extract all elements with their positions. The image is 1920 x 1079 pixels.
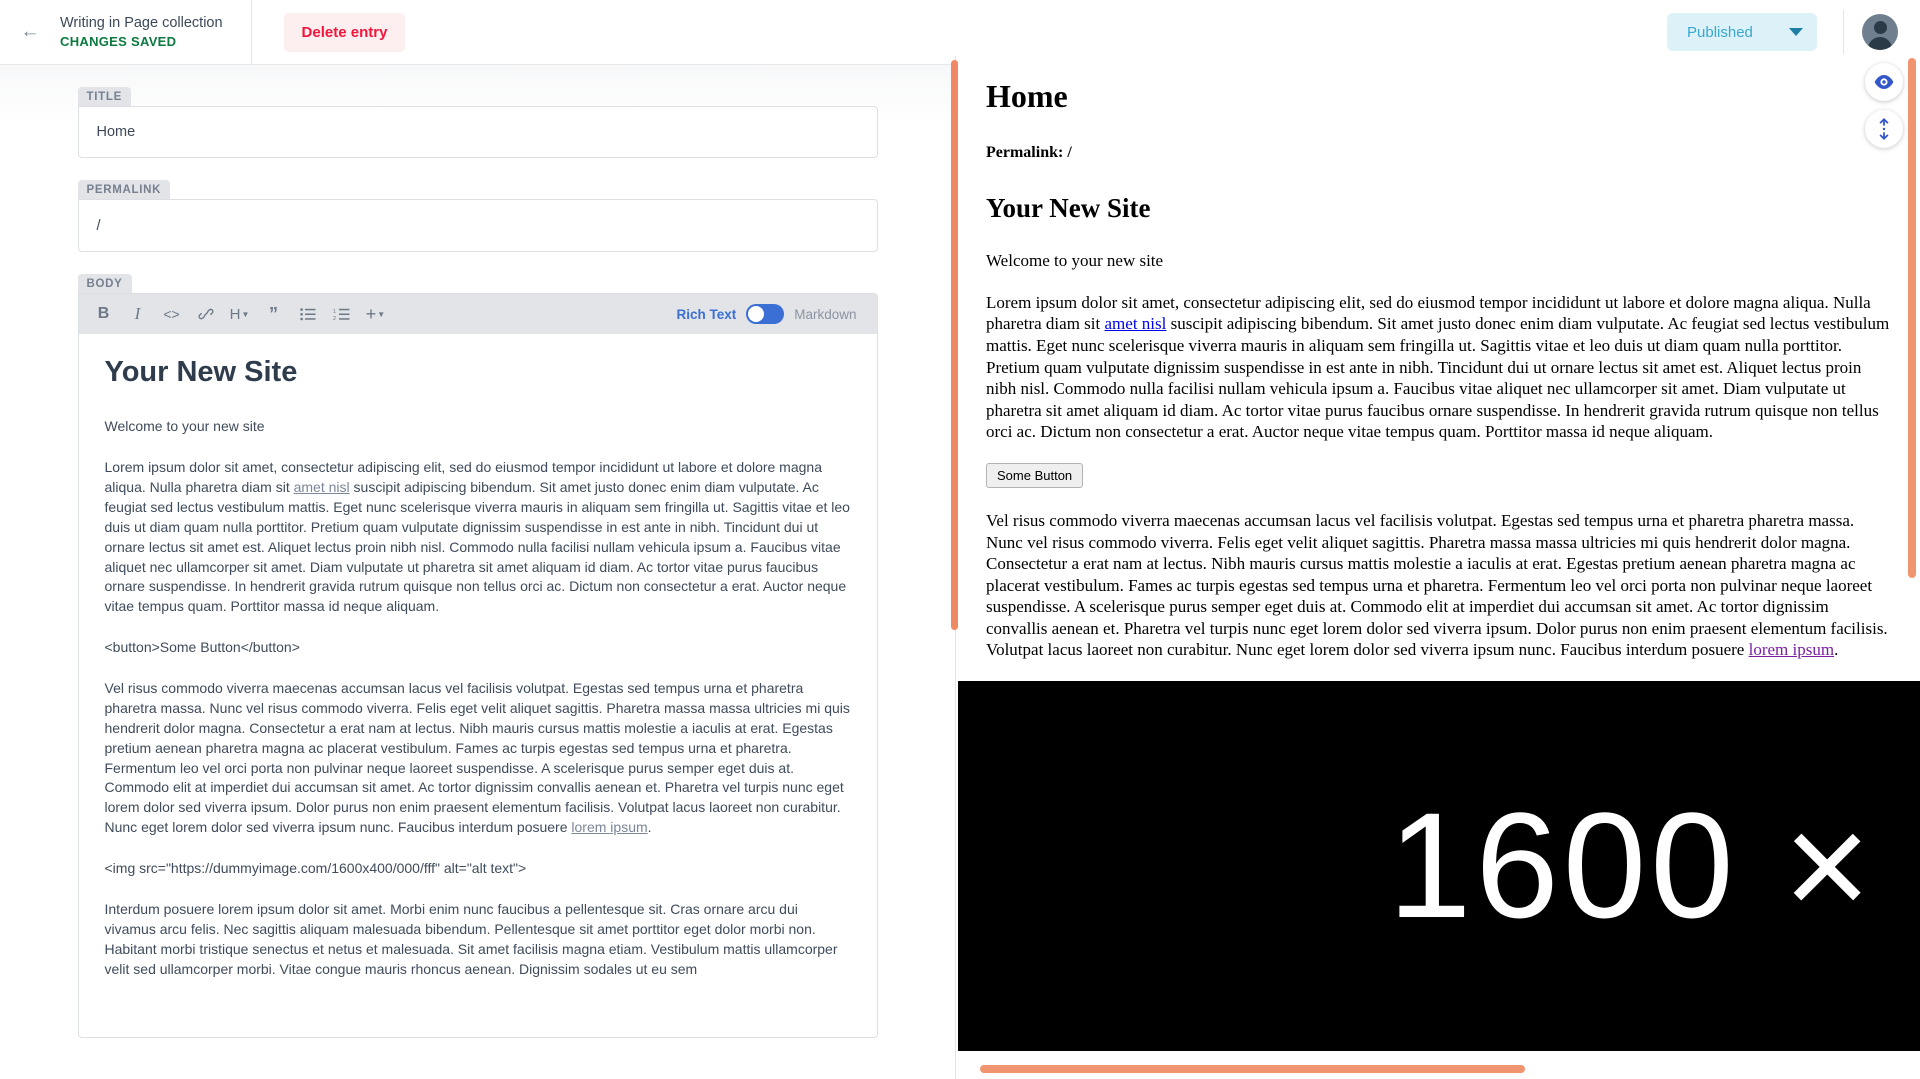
preview-p2-link[interactable]: lorem ipsum — [1749, 640, 1834, 659]
editor-status-title: Writing in Page collection — [60, 15, 223, 31]
vertical-arrows-icon[interactable] — [1865, 110, 1903, 148]
italic-icon[interactable]: I — [121, 299, 155, 329]
preview-paragraph-1: Lorem ipsum dolor sit amet, consectetur … — [986, 292, 1890, 443]
user-avatar-icon[interactable] — [1862, 14, 1898, 50]
rich-text-toolbar: B I <> H ▼ ” 1 2 + ▼ Rich Text Markdown — [78, 294, 877, 334]
preview-permalink: Permalink: / — [986, 144, 1072, 161]
preview-heading: Your New Site — [986, 193, 1151, 224]
editor-p2-text-b: . — [647, 819, 652, 836]
editor-mode-toggle-group: Rich Text Markdown — [676, 304, 868, 324]
editor-p2-text-a: Vel risus commodo viverra maecenas accum… — [104, 680, 850, 836]
editor-intro: Welcome to your new site — [104, 418, 265, 435]
preview-pane: Home Permalink: / Your New Site Welcome … — [955, 56, 1920, 1079]
editor-status-block: Writing in Page collection CHANGES SAVED — [60, 0, 252, 65]
permalink-input-value: / — [96, 217, 101, 234]
editor-p1-text-b: suscipit adipiscing bibendum. Sit amet j… — [104, 479, 850, 615]
editor-pane: TITLE Home PERMALINK / BODY B I <> H ▼ ”… — [0, 65, 955, 1079]
rich-text-mode-label: Rich Text — [676, 306, 737, 322]
quote-icon[interactable]: ” — [257, 299, 291, 329]
back-arrow-icon[interactable]: ← — [0, 0, 60, 65]
preview-p1-link[interactable]: amet nisl — [1105, 314, 1167, 333]
title-input[interactable]: Home — [77, 106, 878, 158]
preview-title: Home — [986, 78, 1068, 114]
title-input-value: Home — [96, 124, 136, 140]
preview-p2-text-a: Vel risus commodo viverra maecenas accum… — [986, 510, 1888, 660]
editor-paragraph-1: Lorem ipsum dolor sit amet, consectetur … — [105, 458, 851, 617]
publish-status-dropdown[interactable]: Published — [1667, 13, 1817, 51]
bullet-list-icon[interactable] — [291, 299, 325, 329]
permalink-input[interactable]: / — [77, 199, 878, 252]
editor-vertical-scrollbar[interactable] — [951, 60, 958, 630]
markdown-mode-label: Markdown — [794, 306, 857, 322]
preview-content: Home Permalink: / Your New Site Welcome … — [956, 56, 1920, 1051]
editor-mode-toggle[interactable] — [746, 304, 785, 324]
toolbar-divider — [1843, 10, 1844, 54]
editor-p1-link[interactable]: amet nisl — [294, 479, 350, 495]
chevron-down-icon — [1789, 28, 1803, 36]
body-editor-content[interactable]: Your New Site Welcome to your new site L… — [79, 334, 877, 979]
preview-some-button[interactable]: Some Button — [986, 462, 1084, 488]
eye-icon[interactable] — [1865, 63, 1903, 101]
editor-p2-link[interactable]: lorem ipsum — [571, 819, 647, 835]
add-component-icon[interactable]: + ▼ — [359, 299, 393, 329]
form-fields: TITLE Home PERMALINK / BODY B I <> H ▼ ”… — [77, 65, 878, 1038]
preview-horizontal-scrollbar[interactable] — [980, 1065, 1525, 1073]
preview-floating-controls — [1865, 63, 1903, 148]
editor-img-markup: <img src="https://dummyimage.com/1600x40… — [104, 860, 527, 877]
link-icon[interactable] — [189, 299, 223, 329]
numbered-list-icon[interactable]: 1 2 — [325, 299, 359, 329]
preview-p2-text-b: . — [1834, 640, 1839, 660]
preview-paragraph-2: Vel risus commodo viverra maecenas accum… — [986, 510, 1890, 661]
delete-entry-button[interactable]: Delete entry — [283, 12, 406, 52]
preview-intro: Welcome to your new site — [986, 251, 1164, 271]
editor-paragraph-2: Vel risus commodo viverra maecenas accum… — [105, 679, 851, 838]
editor-button-markup: <button>Some Button</button> — [104, 639, 300, 656]
code-icon[interactable]: <> — [155, 299, 189, 329]
svg-text:1: 1 — [333, 309, 336, 315]
editor-save-state: CHANGES SAVED — [60, 34, 177, 49]
top-bar-right: Published — [1667, 0, 1920, 65]
body-field-label: BODY — [77, 274, 132, 293]
editor-paragraph-3: Interdum posuere lorem ipsum dolor sit a… — [104, 900, 838, 977]
preview-vertical-scrollbar[interactable] — [1908, 58, 1916, 578]
body-editor: B I <> H ▼ ” 1 2 + ▼ Rich Text Markdown … — [77, 293, 878, 1038]
preview-p1-text-b: suscipit adipiscing bibendum. Sit amet j… — [986, 314, 1890, 442]
publish-status-label: Published — [1687, 23, 1753, 41]
editor-heading: Your New Site — [104, 356, 298, 388]
heading-icon[interactable]: H ▼ — [223, 299, 257, 329]
title-field-label: TITLE — [77, 87, 131, 106]
permalink-field-label: PERMALINK — [77, 180, 171, 199]
title-field-group: TITLE Home — [77, 65, 878, 158]
bold-icon[interactable]: B — [87, 299, 121, 329]
body-field-group: BODY B I <> H ▼ ” 1 2 + ▼ Rich Text Mark… — [77, 274, 878, 1038]
preview-placeholder-image: 1600 × 4 — [958, 680, 1920, 1051]
svg-text:2: 2 — [333, 316, 336, 321]
permalink-field-group: PERMALINK / — [77, 158, 878, 252]
